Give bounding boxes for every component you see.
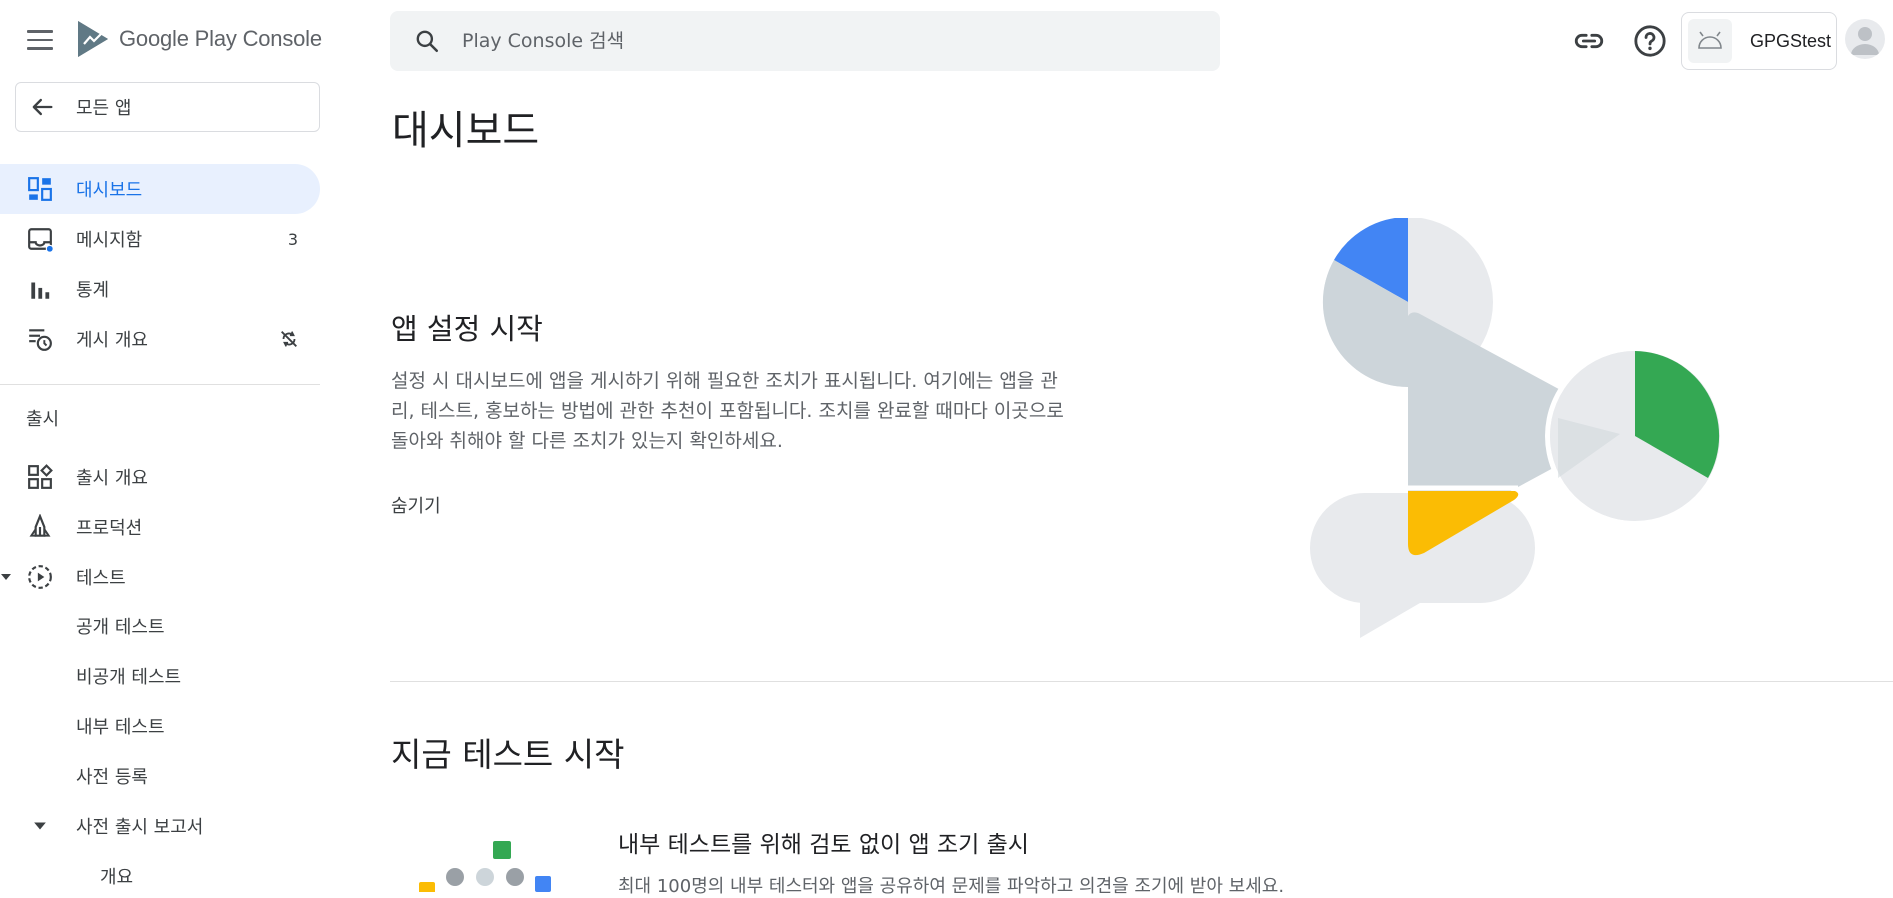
sidebar-item-label: 출시 개요 [76,468,148,489]
setup-section-title: 앱 설정 시작 [391,312,543,346]
app-name: GPGStest [1750,30,1832,51]
account-avatar[interactable] [1845,19,1885,59]
app-selector[interactable]: GPGStest [1681,12,1837,70]
setup-description: 설정 시 대시보드에 앱을 게시하기 위해 필요한 조치가 표시됩니다. 여기에… [391,366,1141,456]
logo-text: Google Play Console [119,26,322,51]
dashboard-icon [28,177,52,201]
testers-illustration [419,841,551,892]
back-label: 모든 앱 [76,98,132,119]
inbox-count-badge: 3 [287,229,298,249]
hide-button[interactable]: 숨기기 [391,492,441,518]
sidebar-item-open-testing[interactable]: 공개 테스트 [0,604,320,648]
sidebar-item-label: 내부 테스트 [76,717,165,738]
section-divider [390,681,1893,682]
sidebar-divider [0,384,320,385]
sidebar-item-label: 통계 [76,280,110,301]
arrow-back-icon [32,98,53,116]
sidebar-item-inbox[interactable]: 메시지함 3 [0,214,320,264]
sidebar-item-label: 프로덕션 [76,518,143,539]
android-icon [1688,19,1732,63]
inbox-icon [28,228,53,252]
sidebar-item-dashboard[interactable]: 대시보드 [0,164,320,214]
menu-icon[interactable] [27,30,53,50]
sidebar-item-testing[interactable]: 테스트 [0,552,320,602]
testing-icon [28,565,52,589]
sidebar-item-publishing-overview[interactable]: 게시 개요 [0,314,320,364]
page-title: 대시보드 [392,108,540,154]
search-bar[interactable] [390,11,1220,71]
help-icon[interactable] [1633,24,1667,58]
sidebar-item-production[interactable]: 프로덕션 [0,502,320,552]
sidebar-item-label: 비공개 테스트 [76,667,182,688]
search-input[interactable] [460,29,1164,53]
setup-description-line: 리, 테스트, 홍보하는 방법에 관한 추천이 포함됩니다. 조치를 완료할 때… [391,400,1064,422]
top-bar: Google Play Console GPGStest [0,0,1893,84]
sidebar-item-closed-testing[interactable]: 비공개 테스트 [0,654,320,698]
link-icon[interactable] [1572,24,1606,58]
sidebar-item-label: 개요 [100,867,134,888]
production-icon [29,514,51,537]
search-icon [416,30,439,53]
test-section-title: 지금 테스트 시작 [391,735,625,774]
sidebar-item-label: 테스트 [76,568,126,589]
sync-disabled-icon[interactable] [278,328,300,350]
sidebar-item-pre-registration[interactable]: 사전 등록 [0,754,320,798]
sidebar-item-pre-launch-report[interactable]: 사전 출시 보고서 [0,804,320,848]
sidebar-item-internal-testing[interactable]: 내부 테스트 [0,704,320,748]
release-section-label: 출시 [26,409,60,430]
schedule-list-icon [29,329,52,351]
expand-arrow-icon[interactable] [33,819,47,833]
internal-testing-subtitle: 내부 테스트를 위해 검토 없이 앱 조기 출시 [618,832,1029,858]
sidebar-item-label: 대시보드 [76,180,143,201]
play-console-logo-icon [78,21,108,57]
sidebar-item-label: 사전 등록 [76,767,148,788]
sidebar-item-label: 공개 테스트 [76,617,165,638]
expand-arrow-icon[interactable] [0,571,12,583]
internal-testing-description: 최대 100명의 내부 테스터와 앱을 공유하여 문제를 파악하고 의견을 조기… [618,876,1285,897]
setup-illustration [1310,218,1725,638]
google-play-console-logo[interactable]: Google Play Console [75,18,322,60]
setup-description-line: 돌아와 취해야 할 다른 조치가 있는지 확인하세요. [391,430,783,452]
bar-chart-icon [31,282,50,299]
sidebar-item-label: 게시 개요 [76,330,148,351]
sidebar-item-statistics[interactable]: 통계 [0,264,320,314]
sidebar-item-release-overview[interactable]: 출시 개요 [0,452,320,502]
release-overview-icon [28,464,53,489]
all-apps-back-button[interactable]: 모든 앱 [15,82,320,132]
sidebar-item-label: 사전 출시 보고서 [76,817,204,838]
person-icon [1851,27,1879,55]
setup-description-line: 설정 시 대시보드에 앱을 게시하기 위해 필요한 조치가 표시됩니다. 여기에… [391,370,1058,392]
sidebar-item-label: 메시지함 [76,230,143,251]
sidebar-item-pre-launch-overview[interactable]: 개요 [0,854,320,898]
